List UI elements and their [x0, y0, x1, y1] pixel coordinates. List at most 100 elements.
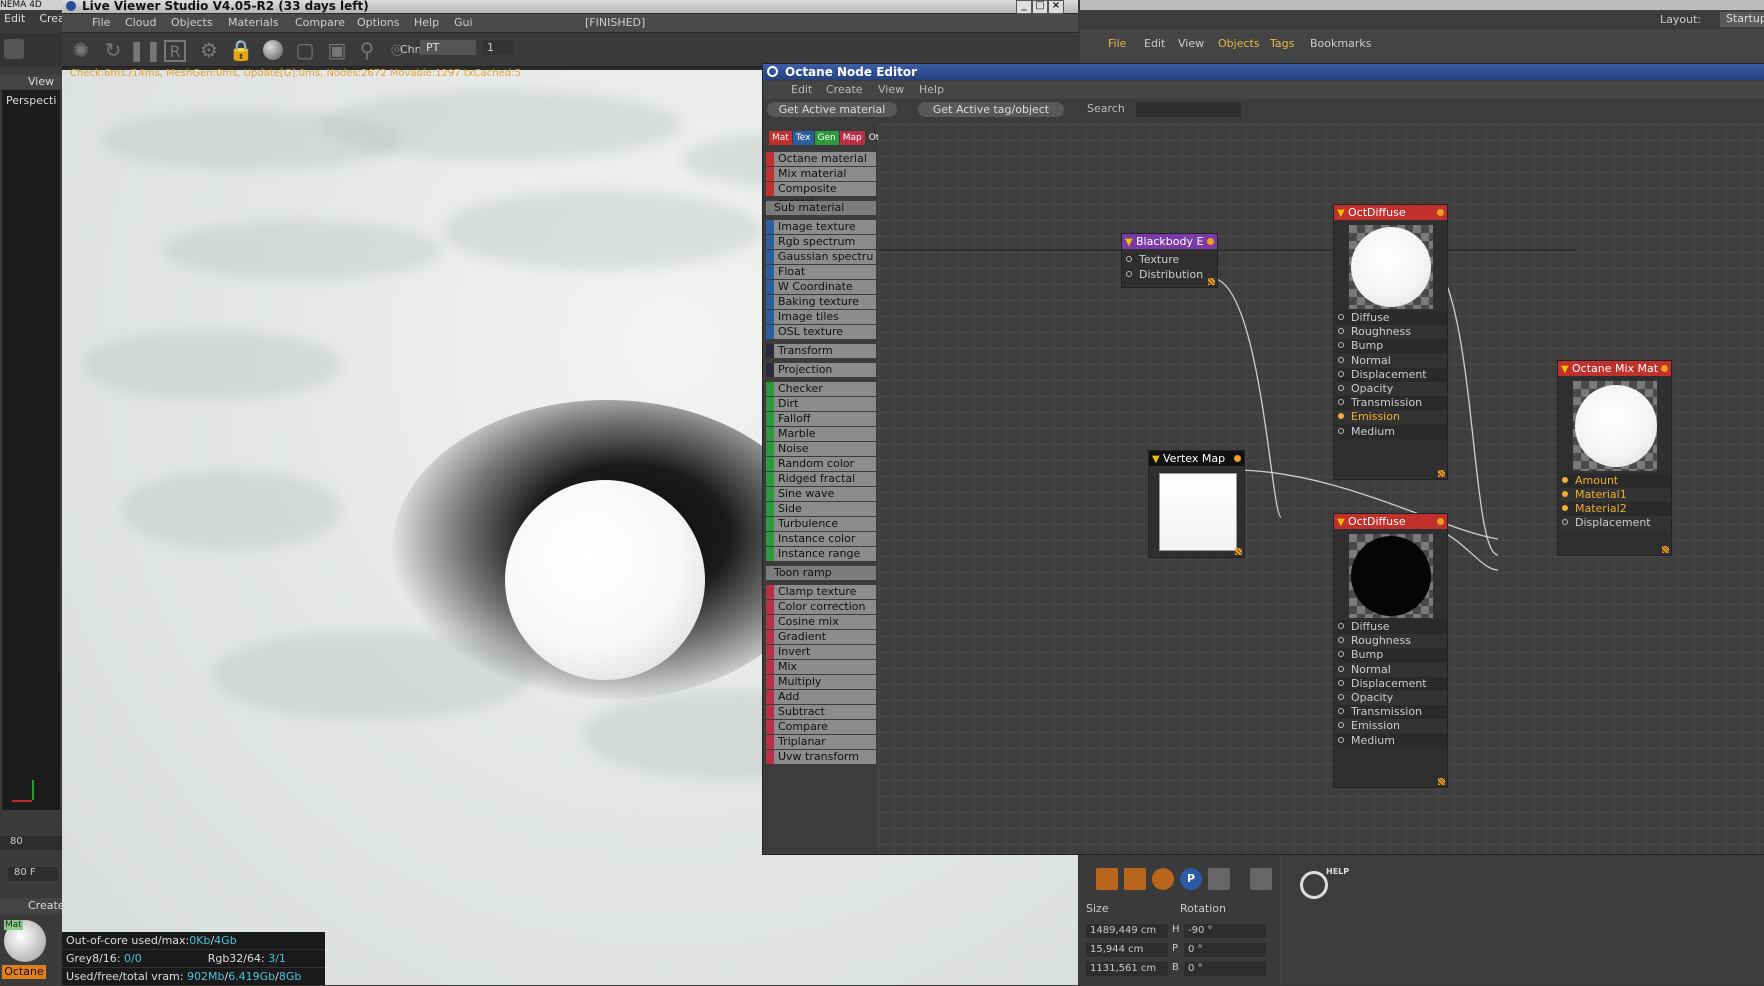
output-pin[interactable] — [1207, 238, 1214, 245]
pin-dot[interactable] — [1338, 314, 1344, 320]
lv-menu-compare[interactable]: Compare — [295, 14, 345, 32]
pin-dot[interactable] — [1338, 342, 1344, 349]
pin-bump[interactable]: Bump — [1337, 339, 1447, 354]
pin-opacity[interactable]: Opacity — [1337, 382, 1447, 396]
palette-item[interactable]: Turbulence — [766, 517, 876, 531]
om-menu-edit[interactable]: Edit — [1144, 33, 1165, 55]
palette-item[interactable]: Checker — [766, 382, 876, 396]
minimize-button[interactable]: _ — [1016, 0, 1032, 14]
pause-icon[interactable]: ❚❚ — [128, 37, 162, 63]
pin-displacement[interactable]: Displacement — [1561, 516, 1671, 530]
pin-dot[interactable] — [1562, 477, 1568, 483]
node-header[interactable]: ▼ OctDiffuse — [1334, 205, 1447, 220]
send-scene-icon[interactable]: ✺ — [68, 37, 94, 63]
close-button[interactable]: × — [1048, 0, 1064, 14]
c4d-viewport[interactable]: Perspecti — [2, 90, 60, 810]
output-pin[interactable] — [1234, 455, 1241, 462]
size-z-field[interactable]: 1131,561 cm — [1086, 962, 1168, 976]
render-icon[interactable] — [1250, 868, 1272, 890]
pin-roughness[interactable]: Roughness — [1337, 634, 1447, 649]
channel-index-field[interactable]: 1 — [483, 40, 513, 55]
clay-icon[interactable]: ▣ — [324, 37, 350, 63]
tab-tex[interactable]: Tex — [792, 131, 814, 145]
palette-item[interactable]: Cosine mix — [766, 615, 876, 629]
pin-dot[interactable] — [1338, 679, 1344, 686]
rot-h-field[interactable]: -90 ° — [1184, 924, 1266, 938]
palette-item[interactable]: Instance range — [766, 547, 876, 561]
palette-item[interactable]: Clamp texture — [766, 585, 876, 599]
palette-item[interactable]: Uvw transform — [766, 750, 876, 764]
settings-gear-icon[interactable]: ⚙ — [196, 37, 222, 63]
lv-menu-objects[interactable]: Objects — [171, 14, 213, 32]
node-octane-mix-mat[interactable]: ▼ Octane Mix Mat Amount Material1 Material2… — [1557, 360, 1672, 556]
palette-item[interactable]: Image tiles — [766, 310, 876, 324]
lv-menu-options[interactable]: Options — [357, 14, 399, 32]
pin-emission[interactable]: Emission — [1337, 410, 1447, 425]
palette-item[interactable]: Baking texture — [766, 295, 876, 309]
lv-menu-materials[interactable]: Materials — [228, 14, 278, 32]
move-tool-icon[interactable] — [1096, 868, 1118, 890]
pin-dot[interactable] — [1338, 399, 1344, 406]
restart-icon[interactable]: ↻ — [100, 37, 126, 63]
ne-menu-view[interactable]: View — [878, 81, 904, 99]
pin-texture[interactable]: Texture — [1125, 253, 1179, 267]
resize-handle[interactable] — [1662, 546, 1669, 553]
resize-handle[interactable] — [1438, 470, 1445, 477]
c4d-view-tab[interactable]: View — [28, 75, 54, 88]
node-header[interactable]: ▼ Vertex Map — [1149, 451, 1244, 466]
om-menu-tags[interactable]: Tags — [1270, 33, 1294, 55]
pin-dot[interactable] — [1338, 708, 1344, 715]
palette-item[interactable]: Mix material — [766, 167, 876, 181]
om-menu-objects[interactable]: Objects — [1218, 33, 1260, 55]
pin-displacement[interactable]: Displacement — [1337, 367, 1447, 382]
search-input[interactable] — [1136, 102, 1241, 117]
layout-select[interactable]: Startup — [1720, 12, 1764, 27]
palette-item[interactable]: Mix — [766, 660, 876, 674]
palette-item[interactable]: Add — [766, 690, 876, 704]
pin-diffuse[interactable]: Diffuse — [1337, 620, 1447, 634]
palette-item[interactable]: Triplanar — [766, 735, 876, 749]
om-menu-bookmarks[interactable]: Bookmarks — [1310, 33, 1371, 55]
pin-dot[interactable] — [1562, 491, 1568, 497]
parameter-icon[interactable]: P — [1180, 868, 1202, 890]
pin-dot[interactable] — [1338, 370, 1344, 377]
lv-menu-help[interactable]: Help — [414, 14, 439, 32]
size-y-field[interactable]: 15,944 cm — [1086, 943, 1168, 957]
pin-dot[interactable] — [1562, 519, 1568, 525]
pin-dot[interactable] — [1338, 623, 1344, 629]
rotate-tool-icon[interactable] — [1152, 868, 1174, 890]
output-pin[interactable] — [1437, 209, 1444, 216]
palette-item[interactable]: Image texture — [766, 220, 876, 234]
output-pin[interactable] — [1661, 365, 1668, 372]
node-header[interactable]: ▼ Octane Mix Mat — [1558, 361, 1671, 376]
maximize-button[interactable]: □ — [1032, 0, 1048, 14]
pin-amount[interactable]: Amount — [1561, 474, 1671, 488]
pin-medium[interactable]: Medium — [1337, 733, 1447, 748]
palette-item[interactable]: Projection — [766, 363, 876, 377]
size-x-field[interactable]: 1489,449 cm — [1086, 924, 1168, 938]
pin-dot[interactable] — [1338, 637, 1344, 644]
ne-menu-edit[interactable]: Edit — [791, 81, 812, 99]
tab-gen[interactable]: Gen — [814, 131, 839, 145]
create-tab[interactable]: Create — [28, 899, 65, 912]
pin-dot[interactable] — [1338, 665, 1344, 672]
node-vertex-map[interactable]: ▼ Vertex Map — [1148, 450, 1245, 558]
palette-item[interactable]: Random color — [766, 457, 876, 471]
ne-menu-create[interactable]: Create — [826, 81, 863, 99]
palette-item[interactable]: Sine wave — [766, 487, 876, 501]
node-blackbody[interactable]: ▼ Blackbody E Texture Distribution — [1121, 233, 1218, 288]
palette-item[interactable]: Noise — [766, 442, 876, 456]
grid-icon[interactable] — [1208, 868, 1230, 890]
pin-opacity[interactable]: Opacity — [1337, 691, 1447, 705]
palette-item[interactable]: OSL texture — [766, 325, 876, 339]
pin-normal[interactable]: Normal — [1337, 662, 1447, 677]
pin-dot[interactable] — [1338, 413, 1344, 420]
tab-map[interactable]: Map — [839, 131, 865, 145]
pin-material1[interactable]: Material1 — [1561, 488, 1671, 502]
channel-select[interactable]: PT — [420, 40, 476, 55]
rot-p-field[interactable]: 0 ° — [1184, 943, 1266, 957]
pin-bump[interactable]: Bump — [1337, 648, 1447, 663]
rot-b-field[interactable]: 0 ° — [1184, 962, 1266, 976]
tab-mat[interactable]: Mat — [769, 131, 792, 145]
lv-menu-gui[interactable]: Gui — [454, 14, 473, 32]
